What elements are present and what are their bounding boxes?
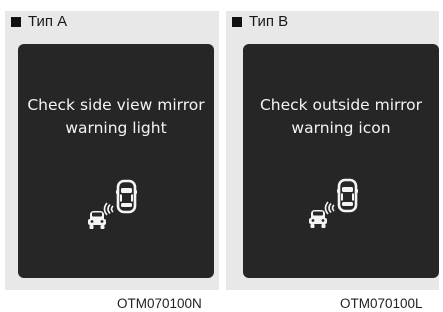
figure-code: OTM070100L: [340, 296, 423, 311]
panel-title: Тип B: [249, 13, 289, 30]
panel-header: Тип A: [11, 13, 67, 31]
panel-title: Тип A: [28, 13, 68, 30]
warning-message: Check outside mirror warning icon: [259, 96, 423, 137]
square-bullet-icon: [11, 17, 21, 27]
square-bullet-icon: [232, 17, 242, 27]
figure-code: OTM070100N: [117, 296, 202, 311]
warning-message: Check side view mirror warning light: [27, 96, 205, 137]
blind-spot-warning-icon: [86, 179, 139, 231]
panel-type-b: Тип B Check outside mirror warning icon: [226, 11, 439, 290]
blind-spot-warning-icon: [307, 178, 360, 230]
panel-header: Тип B: [232, 13, 288, 31]
cluster-display: Check side view mirror warning light: [18, 44, 214, 278]
panel-type-a: Тип A Check side view mirror warning lig…: [5, 11, 219, 290]
cluster-display: Check outside mirror warning icon: [243, 44, 439, 278]
